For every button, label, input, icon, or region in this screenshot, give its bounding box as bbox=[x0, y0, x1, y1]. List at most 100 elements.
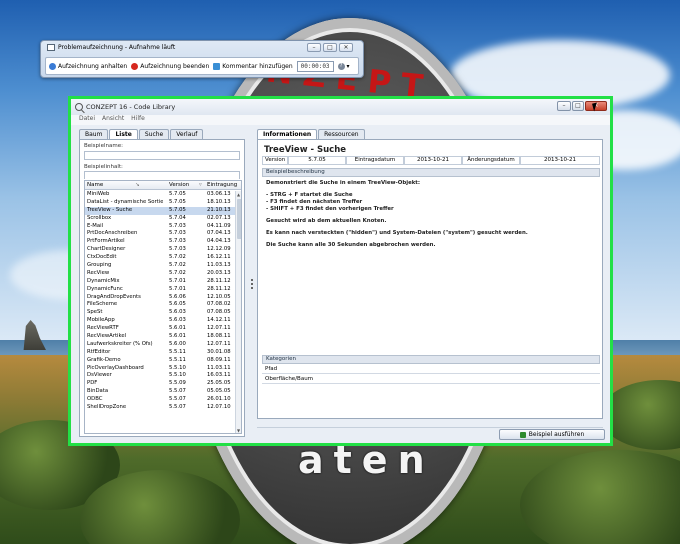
table-row[interactable]: DsViewer 5.5.10 16.03.11 bbox=[85, 372, 235, 380]
table-row[interactable]: BinData 5.5.07 05.05.05 bbox=[85, 388, 235, 396]
tab-liste[interactable]: Liste bbox=[109, 129, 138, 139]
table-row[interactable]: DataList - dynamische Sortiert 5.7.05 18.1… bbox=[85, 199, 235, 207]
column-name-header[interactable]: Name ↘ bbox=[87, 182, 140, 188]
table-row[interactable]: RecViewRTF 5.6.01 12.07.11 bbox=[85, 325, 235, 333]
table-row[interactable]: Grafik-Demo 5.5.11 08.09.11 bbox=[85, 357, 235, 365]
row-version: 5.7.03 bbox=[169, 246, 186, 253]
description-line: Demonstriert die Suche in einem TreeView… bbox=[266, 180, 421, 186]
description-line: - SHIFT + F3 findet den vorherigen Treff… bbox=[266, 206, 394, 212]
table-row[interactable]: MiniWeb 5.7.05 03.06.13 bbox=[85, 191, 235, 199]
row-name: TreeView - Suche bbox=[87, 206, 133, 213]
example-name-input[interactable] bbox=[84, 151, 240, 160]
row-name: CtxDocEdit bbox=[87, 254, 117, 261]
table-row[interactable]: ChartDesigner 5.7.03 12.12.09 bbox=[85, 246, 235, 254]
row-version: 5.6.03 bbox=[169, 309, 186, 316]
row-entry-date: 28.11.12 bbox=[207, 277, 231, 284]
table-row[interactable]: Scrollbox 5.7.04 02.07.13 bbox=[85, 215, 235, 223]
more-options-icon[interactable]: ▾ bbox=[347, 63, 350, 70]
add-comment-label: Kommentar hinzufügen bbox=[222, 62, 293, 70]
recorder-close-button[interactable]: ✕ bbox=[339, 43, 353, 52]
minimize-button[interactable]: – bbox=[557, 101, 571, 111]
table-row[interactable]: PDF 5.5.09 25.05.05 bbox=[85, 380, 235, 388]
table-row[interactable]: DynamicFunc 5.7.01 28.11.12 bbox=[85, 286, 235, 294]
row-name: FileScheme bbox=[87, 301, 118, 308]
menu-hilfe[interactable]: Hilfe bbox=[131, 115, 145, 125]
row-name: ODBC bbox=[87, 396, 103, 403]
tab-ressourcen[interactable]: Ressourcen bbox=[318, 129, 365, 139]
table-row[interactable]: RtfEditor 5.5.11 30.01.08 bbox=[85, 349, 235, 357]
table-row[interactable]: SpeSt 5.6.03 07.08.05 bbox=[85, 309, 235, 317]
row-entry-date: 12.10.05 bbox=[207, 293, 231, 300]
row-name: Laufwerkskreiter (% Ofs) bbox=[87, 340, 153, 347]
row-entry-date: 03.06.13 bbox=[207, 191, 231, 197]
recorder-maximize-button[interactable]: □ bbox=[323, 43, 337, 52]
tab-baum[interactable]: Baum bbox=[79, 129, 109, 139]
table-row[interactable]: Laufwerkskreiter (% Ofs) 5.6.00 12.07.11 bbox=[85, 341, 235, 349]
pane-splitter[interactable] bbox=[251, 279, 254, 293]
table-row[interactable]: RecView 5.7.02 20.03.13 bbox=[85, 270, 235, 278]
table-row[interactable]: DynamicMix 5.7.01 28.11.12 bbox=[85, 278, 235, 286]
row-version: 5.7.03 bbox=[169, 230, 186, 237]
row-version: 5.5.11 bbox=[169, 348, 186, 355]
scroll-down-icon[interactable]: ▼ bbox=[237, 428, 240, 433]
column-entry-header[interactable]: Eintragung bbox=[207, 182, 237, 188]
grid-rows: MiniWeb 5.7.05 03.06.13 DataList - dynamisc… bbox=[85, 191, 235, 412]
row-entry-date: 16.03.11 bbox=[207, 372, 231, 379]
pause-recording-button[interactable]: Aufzeichnung anhalten bbox=[49, 62, 127, 70]
column-version-header[interactable]: Version ▿ bbox=[169, 182, 202, 188]
run-example-label: Beispiel ausführen bbox=[528, 431, 585, 438]
row-name: MiniWeb bbox=[87, 191, 110, 197]
help-button[interactable]: ? ▾ bbox=[337, 62, 350, 70]
menu-datei[interactable]: Datei bbox=[79, 115, 95, 125]
add-comment-button[interactable]: Kommentar hinzufügen bbox=[213, 62, 293, 70]
row-name: Scrollbox bbox=[87, 214, 112, 221]
menu-ansicht[interactable]: Ansicht bbox=[102, 115, 124, 125]
example-content-input[interactable] bbox=[84, 171, 240, 179]
row-name: MobileApp bbox=[87, 317, 115, 324]
description-line: Die Suche kann alle 30 Sekunden abgebroc… bbox=[266, 242, 436, 248]
row-version: 5.6.01 bbox=[169, 325, 186, 332]
tab-suche[interactable]: Suche bbox=[138, 129, 170, 139]
run-example-button[interactable]: Beispiel ausführen bbox=[499, 429, 605, 440]
table-row[interactable]: CtxDocEdit 5.7.02 16.12.11 bbox=[85, 254, 235, 262]
table-row[interactable]: MobileApp 5.6.03 14.12.11 bbox=[85, 317, 235, 325]
row-entry-date: 04.11.09 bbox=[207, 222, 231, 229]
recorder-minimize-button[interactable]: – bbox=[307, 43, 321, 52]
row-version: 5.5.07 bbox=[169, 404, 186, 411]
table-row[interactable]: TreeView - Suche 5.7.05 21.10.13 bbox=[85, 206, 235, 215]
table-row[interactable]: PrtFormArtikel 5.7.03 04.04.13 bbox=[85, 238, 235, 246]
row-name: DynamicFunc bbox=[87, 285, 123, 292]
help-icon: ? bbox=[337, 62, 345, 70]
row-entry-date: 04.04.13 bbox=[207, 238, 231, 245]
row-name: DataList - dynamische Sortiert bbox=[87, 198, 163, 205]
maximize-button[interactable]: □ bbox=[572, 101, 584, 111]
main-window: CONZEPT 16 - Code Library – □ ✕ Datei An… bbox=[68, 96, 613, 446]
example-title: TreeView - Suche bbox=[264, 145, 347, 155]
grid-vertical-scrollbar[interactable]: ▲ ▼ bbox=[235, 191, 241, 433]
tab-informationen[interactable]: Informationen bbox=[257, 129, 318, 139]
change-date-value: 2013-10-21 bbox=[520, 156, 600, 165]
scroll-thumb[interactable] bbox=[237, 199, 241, 239]
sort-arrow-icon: ↘ bbox=[134, 182, 140, 188]
table-row[interactable]: RecViewArtikel 5.6.01 18.08.11 bbox=[85, 333, 235, 341]
row-entry-date: 25.05.05 bbox=[207, 380, 231, 387]
row-version: 5.7.02 bbox=[169, 262, 186, 269]
problem-recorder-window: Problemaufzeichnung - Aufnahme läuft – □… bbox=[40, 40, 364, 78]
table-row[interactable]: ShellDropZone 5.5.07 12.07.10 bbox=[85, 404, 235, 412]
table-row[interactable]: ODBC 5.5.07 26.01.10 bbox=[85, 396, 235, 404]
table-row[interactable]: Grouping 5.7.02 11.03.13 bbox=[85, 262, 235, 270]
pause-icon bbox=[49, 62, 56, 70]
tab-verlauf[interactable]: Verlauf bbox=[170, 129, 204, 139]
right-pane: Informationen Ressourcen TreeView - Such… bbox=[257, 129, 603, 419]
table-row[interactable]: FileScheme 5.6.05 07.08.02 bbox=[85, 301, 235, 309]
row-entry-date: 07.08.02 bbox=[207, 301, 231, 308]
table-row[interactable]: DragAndDropEvents 5.6.06 12.10.05 bbox=[85, 294, 235, 302]
table-row[interactable]: PrtDocAnschreiben 5.7.03 07.04.13 bbox=[85, 230, 235, 238]
scroll-up-icon[interactable]: ▲ bbox=[237, 192, 240, 197]
table-row[interactable]: PicOverlayDashboard 5.5.10 11.03.11 bbox=[85, 365, 235, 373]
row-name: ChartDesigner bbox=[87, 246, 126, 253]
table-row[interactable]: E-Mail 5.7.03 04.11.09 bbox=[85, 223, 235, 231]
stop-recording-button[interactable]: Aufzeichnung beenden bbox=[131, 62, 209, 70]
left-tabs: Baum Liste Suche Verlauf bbox=[79, 129, 245, 139]
window-title-bar[interactable]: CONZEPT 16 - Code Library bbox=[71, 99, 610, 115]
